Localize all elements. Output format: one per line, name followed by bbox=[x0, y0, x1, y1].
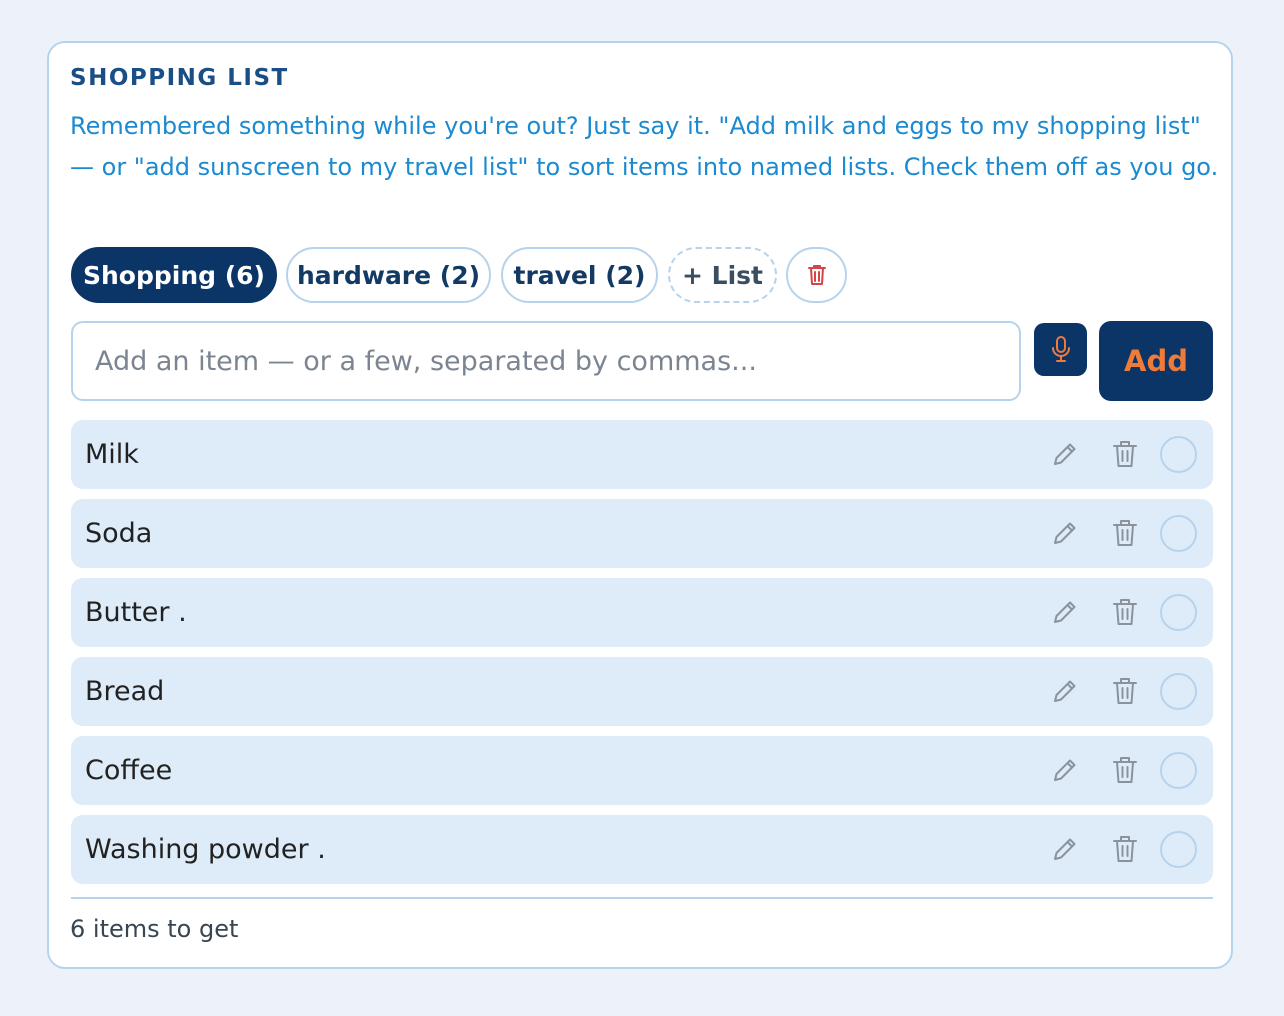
check-toggle[interactable] bbox=[1160, 831, 1197, 868]
add-item-input[interactable] bbox=[71, 321, 1021, 401]
card-title: SHOPPING LIST bbox=[70, 65, 289, 91]
items-count: 6 items to get bbox=[70, 915, 239, 943]
tab-shopping[interactable]: Shopping (6) bbox=[71, 247, 277, 303]
check-toggle[interactable] bbox=[1160, 594, 1197, 631]
pencil-icon[interactable] bbox=[1050, 676, 1080, 706]
list-item: Bread bbox=[71, 657, 1213, 726]
delete-list-button[interactable] bbox=[786, 247, 847, 303]
pencil-icon[interactable] bbox=[1050, 597, 1080, 627]
list-item: Washing powder . bbox=[71, 815, 1213, 884]
item-label: Milk bbox=[85, 439, 139, 470]
check-toggle[interactable] bbox=[1160, 515, 1197, 552]
card-description: Remembered something while you're out? J… bbox=[70, 112, 1219, 181]
trash-icon[interactable] bbox=[1111, 596, 1139, 628]
item-label: Butter . bbox=[85, 597, 187, 628]
check-toggle[interactable] bbox=[1160, 436, 1197, 473]
item-list: Milk Soda Butter . Bread Coffee Washing … bbox=[71, 420, 1213, 894]
pencil-icon[interactable] bbox=[1050, 439, 1080, 469]
check-toggle[interactable] bbox=[1160, 752, 1197, 789]
list-item: Milk bbox=[71, 420, 1213, 489]
footer-divider bbox=[71, 897, 1213, 899]
trash-icon[interactable] bbox=[1111, 675, 1139, 707]
pencil-icon[interactable] bbox=[1050, 755, 1080, 785]
list-item: Soda bbox=[71, 499, 1213, 568]
item-label: Bread bbox=[85, 676, 165, 707]
pencil-icon[interactable] bbox=[1050, 518, 1080, 548]
trash-icon[interactable] bbox=[1111, 438, 1139, 470]
voice-input-button[interactable] bbox=[1034, 323, 1087, 376]
add-list-button[interactable]: + List bbox=[668, 247, 777, 303]
item-label: Washing powder . bbox=[85, 834, 326, 865]
pencil-icon[interactable] bbox=[1050, 834, 1080, 864]
list-item: Coffee bbox=[71, 736, 1213, 805]
shopping-list-card: SHOPPING LIST Remembered something while… bbox=[47, 41, 1233, 969]
add-item-button[interactable]: Add bbox=[1099, 321, 1213, 401]
trash-icon[interactable] bbox=[1111, 833, 1139, 865]
list-item: Butter . bbox=[71, 578, 1213, 647]
tab-travel[interactable]: travel (2) bbox=[501, 247, 658, 303]
trash-icon bbox=[807, 265, 826, 285]
item-label: Coffee bbox=[85, 755, 173, 786]
check-toggle[interactable] bbox=[1160, 673, 1197, 710]
trash-icon[interactable] bbox=[1111, 517, 1139, 549]
trash-icon[interactable] bbox=[1111, 754, 1139, 786]
item-label: Soda bbox=[85, 518, 153, 549]
microphone-icon bbox=[1051, 335, 1070, 362]
tab-hardware[interactable]: hardware (2) bbox=[286, 247, 491, 303]
